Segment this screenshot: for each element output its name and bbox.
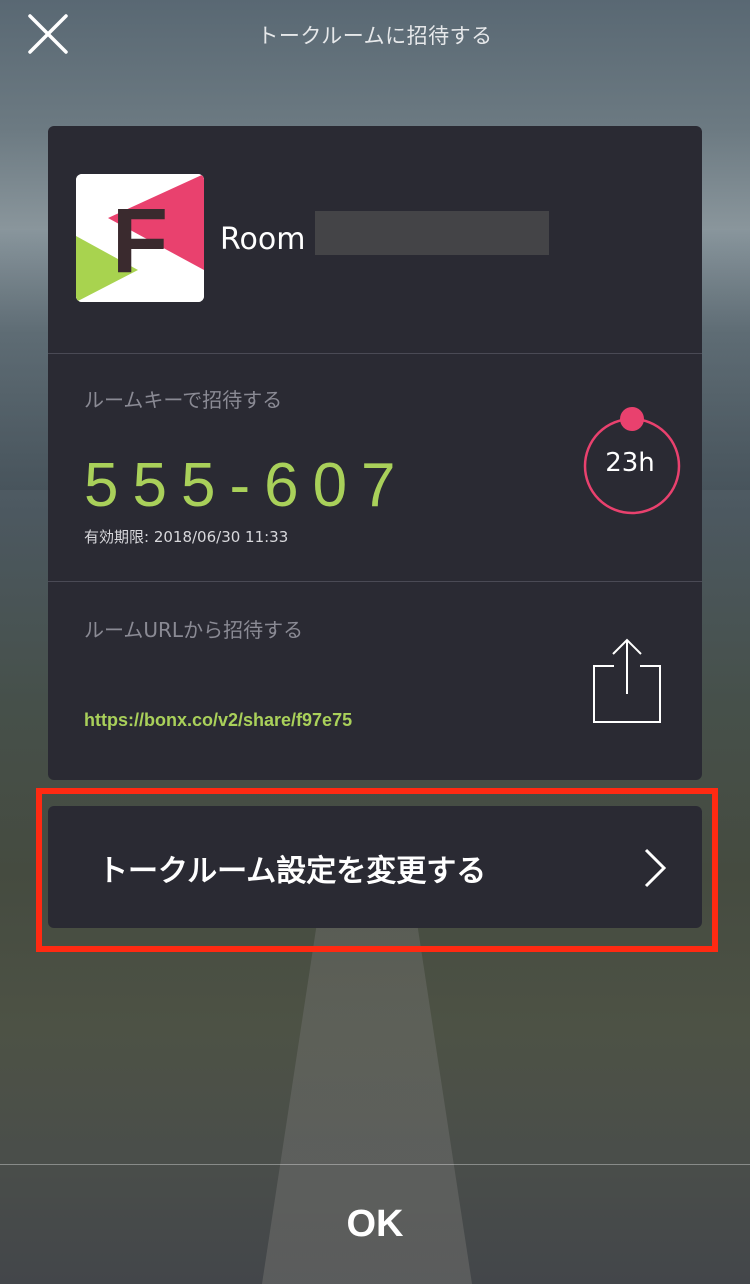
room-key-label: ルームキーで招待する xyxy=(84,388,283,412)
room-logo: F xyxy=(76,174,204,302)
expiry-timer: 23h xyxy=(578,404,690,516)
room-url-section: ルームURLから招待する https://bonx.co/v2/share/f9… xyxy=(48,582,702,780)
room-key-section: ルームキーで招待する 555-607 有効期限: 2018/06/30 11:3… xyxy=(48,354,702,582)
room-name: Room xyxy=(220,222,306,257)
room-url-link[interactable]: https://bonx.co/v2/share/f97e75 xyxy=(84,710,352,731)
room-key-expiry: 有効期限: 2018/06/30 11:33 xyxy=(84,528,289,546)
room-logo-icon: F xyxy=(76,174,204,302)
chevron-right-icon xyxy=(640,846,670,890)
change-room-settings-button[interactable]: トークルーム設定を変更する xyxy=(48,806,702,928)
change-room-settings-label: トークルーム設定を変更する xyxy=(98,854,487,889)
timer-label: 23h xyxy=(605,448,655,478)
share-button[interactable] xyxy=(588,636,668,732)
top-bar: トークルームに招待する xyxy=(0,0,750,70)
ok-button[interactable]: OK xyxy=(0,1165,750,1284)
room-logo-letter: F xyxy=(112,190,168,292)
redacted-room-id xyxy=(315,211,549,255)
page-title: トークルームに招待する xyxy=(257,24,493,48)
room-header: F Room xyxy=(48,126,702,354)
room-url-label: ルームURLから招待する xyxy=(84,618,304,642)
invite-card: F Room ルームキーで招待する 555-607 有効期限: 2018/06/… xyxy=(48,126,702,780)
share-icon xyxy=(593,638,661,723)
room-key-code: 555-607 xyxy=(84,451,410,520)
